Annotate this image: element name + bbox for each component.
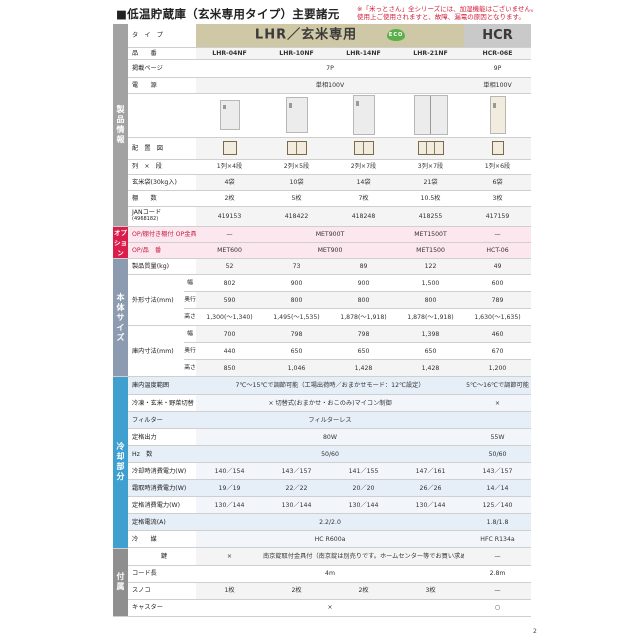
product-image-lhr14 xyxy=(352,95,375,135)
section-cooling: 冷却部分 xyxy=(113,376,128,549)
section-accessory: 付属 xyxy=(113,548,128,617)
row-shelves: 棚 数 2枚 5枚 7枚 10.5枚 3枚 xyxy=(113,190,531,207)
table-header: 製品情報 タ イ プ LHR／玄米専用 ECO HCR xyxy=(113,24,531,227)
product-image-lhr10 xyxy=(285,97,308,133)
layout-diagram-2x7 xyxy=(353,141,374,155)
product-image-lhr04 xyxy=(219,100,240,130)
warning-note-line2: 使用上ご使用されますと、故障、漏電の原因となります。 xyxy=(357,13,525,21)
row-temp: 冷却部分 庫内温度範囲 7℃〜15℃で調節可能（工場出荷時／おまかせモード：12… xyxy=(113,376,531,549)
section-product: 製品情報 xyxy=(113,24,128,227)
lhr-header: LHR／玄米専用 ECO xyxy=(196,24,464,48)
hcr-header: HCR xyxy=(464,24,531,48)
row-weight: 本体サイズ 製品質量(kg) 52 73 89 122 49 xyxy=(113,258,531,377)
row-bags: 玄米袋(30kg入) 4袋 10袋 14袋 21袋 6袋 xyxy=(113,174,531,191)
layout-diagram-2x5 xyxy=(286,141,307,155)
eco-icon: ECO xyxy=(387,29,406,42)
row-key: 付属 鍵 × 南京錠取付金具付（南京錠は別売りです。ホームセンター等でお買い求め… xyxy=(113,548,531,617)
layout-diagram-1x4 xyxy=(222,141,237,155)
row-option-mount: オプション OP/棚付き棚付 OP金具 — MET900T MET1500T — xyxy=(113,226,531,259)
row-power: 電 源 単相100V 単相100V xyxy=(113,77,531,94)
row-refrigerant: 冷 媒 HC R600a HFC R134a xyxy=(113,530,531,548)
product-image-lhr21 xyxy=(413,95,448,135)
row-current: 定格電流(A) 2.2/2.0 1.8/1.8 xyxy=(113,513,531,531)
layout-diagram-1x6 xyxy=(491,141,504,155)
section-body: 本体サイズ xyxy=(113,258,128,377)
row-power-defrost: 霜取時消費電力(W) 19／19 22／22 20／20 26／26 14／14 xyxy=(113,479,531,497)
row-control: 冷凍・玄米・野菜切替 × 切替式(おまかせ・おこのみ)マイコン制御 × xyxy=(113,394,531,412)
section-option: オプション xyxy=(113,226,128,259)
row-rows-tiers: 列 × 段 1列×4段 2列×5段 2列×7段 3列×7段 1列×6段 xyxy=(113,159,531,175)
row-ext-width: 外形寸法(mm) 幅 802 900 900 1,500 600 xyxy=(113,274,531,326)
warning-note-line1: ※「米っとさん」全シリーズには、加湿機能はございません。 xyxy=(357,5,538,13)
row-filter: フィルター フィルターレス xyxy=(113,411,531,429)
page-title: ■低温貯蔵庫（玄米専用タイプ）主要諸元 xyxy=(116,7,340,21)
row-model: 品 番 LHR-04NF LHR-10NF LHR-14NF LHR-21NF … xyxy=(113,47,531,60)
row-product-image xyxy=(113,93,531,138)
row-jan: JANコード (4968182) 419153 418422 418248 418… xyxy=(113,206,531,227)
row-sunoko: スノコ 1枚 2枚 2枚 3枚 — xyxy=(113,582,531,600)
row-power-rated: 定格消費電力(W) 130／144 130／144 130／144 130／14… xyxy=(113,496,531,514)
row-caster: キャスター × ○ xyxy=(113,599,531,617)
row-int-width: 庫内寸法(mm) 幅 700 798 798 1,398 460 xyxy=(113,325,531,377)
row-power-cooling: 冷却時消費電力(W) 140／154 143／157 141／155 147／1… xyxy=(113,462,531,480)
product-image-hcr06 xyxy=(489,96,506,134)
spec-table: 製品情報 タ イ プ LHR／玄米専用 ECO HCR 品 番 LHR-04NF … xyxy=(113,24,531,617)
row-page: 掲載ページ 7P 9P xyxy=(113,59,531,78)
row-hz: Hz 数 50/60 50/60 xyxy=(113,445,531,463)
page-marker: 2 xyxy=(533,628,537,635)
row-cord: コード長 4m 2.8m xyxy=(113,565,531,583)
row-output: 定格出力 80W 55W xyxy=(113,428,531,446)
type-label: タ イ プ xyxy=(128,24,196,48)
warning-note: ※「米っとさん」全シリーズには、加湿機能はございません。 使用上ご使用されますと… xyxy=(357,5,537,21)
row-layout: 配 置 図 xyxy=(113,137,531,160)
row-option-model: OP/品 番 MET600 MET900 MET1500 HCT-06 xyxy=(113,242,531,259)
lhr-header-text: LHR／玄米専用 xyxy=(254,27,358,43)
layout-diagram-3x7 xyxy=(417,141,444,155)
